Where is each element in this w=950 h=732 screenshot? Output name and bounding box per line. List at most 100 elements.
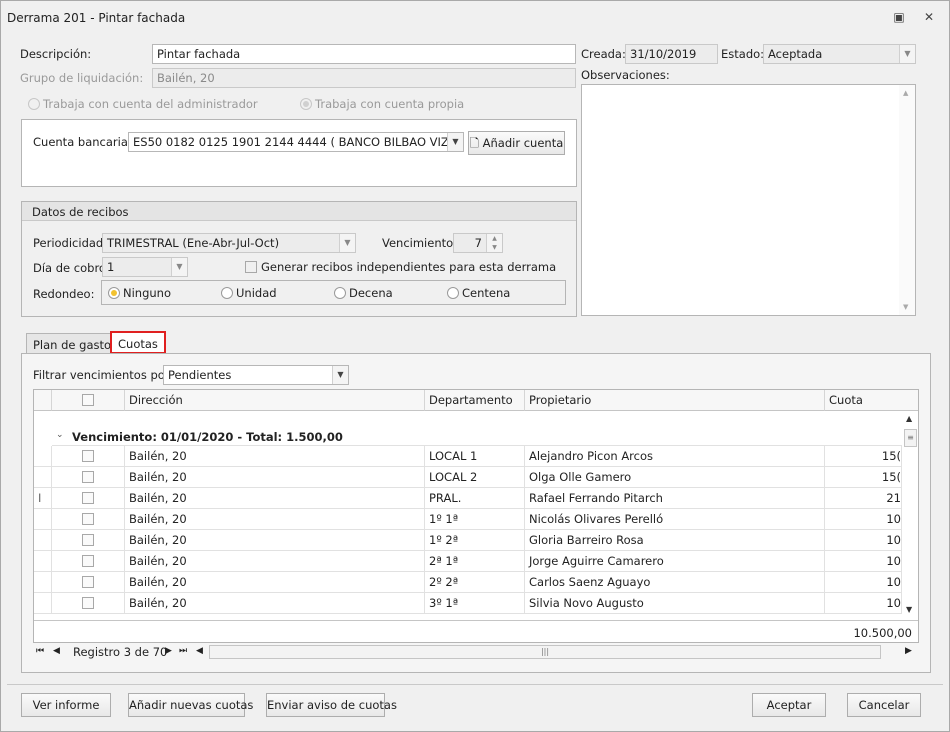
table-row[interactable]: Bailén, 20 3º 1ª Silvia Novo Augusto 10 bbox=[34, 593, 902, 614]
cell-direccion[interactable]: Bailén, 20 bbox=[125, 572, 425, 593]
row-checkbox[interactable] bbox=[82, 534, 94, 546]
scroll-up-icon[interactable]: ▲ bbox=[906, 414, 912, 423]
observaciones-scrollbar[interactable]: ▲ ▼ bbox=[899, 85, 915, 315]
generar-checkbox[interactable] bbox=[245, 261, 257, 273]
cell-propietario[interactable]: Olga Olle Gamero bbox=[525, 467, 825, 488]
cell-departamento[interactable]: PRAL. bbox=[425, 488, 525, 509]
next-record-icon[interactable]: ▶ bbox=[165, 646, 172, 656]
close-icon[interactable]: ✕ bbox=[921, 10, 937, 26]
row-checkbox[interactable] bbox=[82, 576, 94, 588]
cuenta-select[interactable]: ES50 0182 0125 1901 2144 4444 ( BANCO BI… bbox=[128, 132, 464, 152]
table-row[interactable]: I Bailén, 20 PRAL. Rafael Ferrando Pitarch 2… bbox=[34, 488, 902, 509]
row-checkbox[interactable] bbox=[82, 471, 94, 483]
cell-cuota[interactable]: 21 bbox=[825, 488, 902, 509]
last-record-icon[interactable]: ⏭ bbox=[179, 646, 187, 656]
cell-departamento[interactable]: 1º 2ª bbox=[425, 530, 525, 551]
cell-propietario[interactable]: Jorge Aguirre Camarero bbox=[525, 551, 825, 572]
cell-direccion[interactable]: Bailén, 20 bbox=[125, 551, 425, 572]
col-propietario-header[interactable]: Propietario bbox=[525, 390, 825, 411]
dia-select: 1 ▼ bbox=[102, 257, 188, 277]
scroll-right-icon[interactable]: ▶ bbox=[905, 646, 912, 656]
ver-informe-button[interactable]: Ver informe bbox=[21, 693, 111, 717]
enviar-aviso-button[interactable]: Enviar aviso de cuotas bbox=[266, 693, 397, 717]
cell-departamento[interactable]: LOCAL 2 bbox=[425, 467, 525, 488]
filtro-select[interactable]: Pendientes ▼ bbox=[163, 365, 349, 385]
descripcion-input[interactable]: Pintar fachada bbox=[152, 44, 576, 64]
row-cell bbox=[34, 593, 52, 614]
row-checkbox[interactable] bbox=[82, 513, 94, 525]
cell-cuota[interactable]: 10 bbox=[825, 509, 902, 530]
row-checkbox[interactable] bbox=[82, 492, 94, 504]
cell-propietario[interactable]: Rafael Ferrando Pitarch bbox=[525, 488, 825, 509]
group-row[interactable]: ⌄ Vencimiento: 01/01/2020 - Total: 1.500… bbox=[52, 426, 902, 446]
cell-propietario[interactable]: Nicolás Olivares Perelló bbox=[525, 509, 825, 530]
row-checkbox[interactable] bbox=[82, 555, 94, 567]
aceptar-button[interactable]: Aceptar bbox=[752, 693, 826, 717]
cell-cuota[interactable]: 10 bbox=[825, 551, 902, 572]
cell-direccion[interactable]: Bailén, 20 bbox=[125, 509, 425, 530]
cell-direccion[interactable]: Bailén, 20 bbox=[125, 488, 425, 509]
cell-departamento[interactable]: 3º 1ª bbox=[425, 593, 525, 614]
cell-departamento[interactable]: 2ª 1ª bbox=[425, 551, 525, 572]
col-cuota-header[interactable]: Cuota bbox=[825, 390, 918, 411]
radio-cuenta-admin[interactable] bbox=[28, 98, 40, 110]
col-departamento-header[interactable]: Departamento bbox=[425, 390, 525, 411]
cell-direccion[interactable]: Bailén, 20 bbox=[125, 446, 425, 467]
table-row[interactable]: Bailén, 20 LOCAL 1 Alejandro Picon Arcos 15… bbox=[34, 446, 902, 467]
cell-departamento[interactable]: 2º 2ª bbox=[425, 572, 525, 593]
cell-cuota[interactable]: 10 bbox=[825, 530, 902, 551]
grupo-label: Grupo de liquidación: bbox=[20, 71, 144, 85]
grid-vertical-scrollbar[interactable]: ▲ ≡ ▼ bbox=[902, 411, 918, 619]
table-row[interactable]: Bailén, 20 1º 2ª Gloria Barreiro Rosa 10 bbox=[34, 530, 902, 551]
cell-cuota[interactable]: 15( bbox=[825, 467, 902, 488]
cell-propietario[interactable]: Silvia Novo Augusto bbox=[525, 593, 825, 614]
cancelar-button[interactable]: Cancelar bbox=[847, 693, 921, 717]
cell-cuota[interactable]: 10 bbox=[825, 593, 902, 614]
periodicidad-label: Periodicidad: bbox=[33, 236, 108, 250]
cell-departamento[interactable]: 1º 1ª bbox=[425, 509, 525, 530]
chevron-down-icon[interactable]: ⌄ bbox=[56, 430, 64, 440]
scroll-up-icon[interactable]: ▲ bbox=[903, 89, 908, 97]
recibos-header: Datos de recibos bbox=[22, 202, 576, 221]
restore-icon[interactable]: ▣ bbox=[891, 10, 907, 26]
radio-cuenta-propia[interactable] bbox=[300, 98, 312, 110]
cell-cuota[interactable]: 15( bbox=[825, 446, 902, 467]
cell-direccion[interactable]: Bailén, 20 bbox=[125, 467, 425, 488]
redondeo-label: Redondeo: bbox=[33, 287, 95, 301]
cell-propietario[interactable]: Carlos Saenz Aguayo bbox=[525, 572, 825, 593]
anadir-cuenta-button[interactable]: 🗋 Añadir cuenta bbox=[468, 131, 565, 155]
scroll-down-icon[interactable]: ▼ bbox=[906, 605, 912, 614]
generar-label: Generar recibos independientes para esta… bbox=[261, 260, 557, 274]
row-cell bbox=[52, 488, 125, 509]
col-direccion-header[interactable]: Dirección bbox=[125, 390, 425, 411]
redondeo-group: Ninguno Unidad Decena Centena bbox=[101, 280, 566, 305]
row-checkbox[interactable] bbox=[82, 450, 94, 462]
radio-redondeo-centena[interactable] bbox=[447, 287, 459, 299]
cell-direccion[interactable]: Bailén, 20 bbox=[125, 593, 425, 614]
select-all-checkbox[interactable] bbox=[82, 394, 94, 406]
table-row[interactable]: Bailén, 20 LOCAL 2 Olga Olle Gamero 15( bbox=[34, 467, 902, 488]
table-row[interactable]: Bailén, 20 2ª 1ª Jorge Aguirre Camarero 10 bbox=[34, 551, 902, 572]
scroll-left-icon[interactable]: ◀ bbox=[196, 646, 203, 656]
radio-redondeo-unidad[interactable] bbox=[221, 287, 233, 299]
cell-departamento[interactable]: LOCAL 1 bbox=[425, 446, 525, 467]
cell-propietario[interactable]: Alejandro Picon Arcos bbox=[525, 446, 825, 467]
prev-record-icon[interactable]: ◀ bbox=[53, 646, 60, 656]
table-row[interactable]: Bailén, 20 1º 1ª Nicolás Olivares Perelló 1… bbox=[34, 509, 902, 530]
observaciones-textarea[interactable]: ▲ ▼ bbox=[581, 84, 916, 316]
first-record-icon[interactable]: ⏮ bbox=[36, 646, 44, 656]
tab-cuotas[interactable]: Cuotas bbox=[110, 331, 166, 354]
table-row[interactable]: Bailén, 20 2º 2ª Carlos Saenz Aguayo 10 bbox=[34, 572, 902, 593]
anadir-cuotas-button[interactable]: Añadir nuevas cuotas bbox=[128, 693, 253, 717]
cell-propietario[interactable]: Gloria Barreiro Rosa bbox=[525, 530, 825, 551]
scroll-thumb[interactable]: ≡ bbox=[904, 429, 917, 447]
radio-redondeo-unidad-label: Unidad bbox=[236, 286, 277, 300]
row-checkbox[interactable] bbox=[82, 597, 94, 609]
scroll-down-icon[interactable]: ▼ bbox=[903, 303, 908, 311]
radio-redondeo-ninguno[interactable] bbox=[108, 287, 120, 299]
horizontal-scroll-thumb[interactable]: ||| bbox=[209, 645, 881, 659]
radio-redondeo-decena[interactable] bbox=[334, 287, 346, 299]
col-direccion-label: Dirección bbox=[129, 393, 183, 407]
cell-cuota[interactable]: 10 bbox=[825, 572, 902, 593]
cell-direccion[interactable]: Bailén, 20 bbox=[125, 530, 425, 551]
